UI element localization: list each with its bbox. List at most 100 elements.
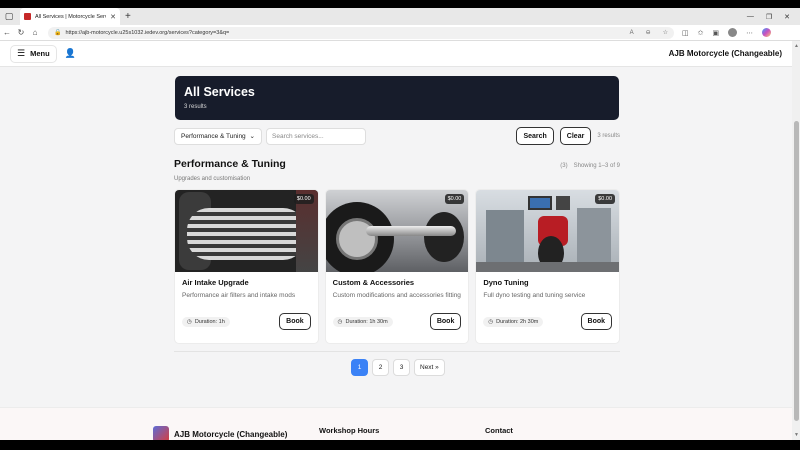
footer-hours-heading: Workshop Hours bbox=[319, 426, 380, 435]
scrollbar-thumb[interactable] bbox=[793, 121, 799, 421]
book-button[interactable]: Book bbox=[580, 313, 613, 330]
service-card[interactable]: $0.00 Custom & Accessories Custom modifi… bbox=[324, 189, 470, 344]
screen-bottom-border bbox=[0, 440, 800, 450]
service-card-footer: ◷ Duration: 1h Book bbox=[182, 313, 311, 330]
book-button[interactable]: Book bbox=[279, 313, 311, 330]
service-title: Custom & Accessories bbox=[332, 278, 415, 287]
section-title: Performance & Tuning bbox=[174, 158, 286, 170]
duration-badge: ◷ Duration: 1h bbox=[182, 316, 230, 327]
search-input[interactable] bbox=[266, 127, 366, 145]
brand-logo bbox=[153, 426, 169, 440]
category-selected-value: Performance & Tuning bbox=[181, 132, 246, 140]
screen-top-border bbox=[0, 0, 800, 8]
filters-bar: Performance & Tuning ⌄ Search Clear 3 re… bbox=[174, 127, 620, 145]
collections-icon[interactable]: ▣ bbox=[713, 29, 720, 37]
clock-icon: ◷ bbox=[187, 318, 192, 325]
price-badge: $0.00 bbox=[293, 194, 314, 204]
browser-tab-active[interactable]: All Services | Motorcycle Services ✕ bbox=[20, 8, 120, 25]
service-description: Full dyno testing and tuning service bbox=[483, 292, 586, 299]
clock-icon: ◷ bbox=[488, 318, 494, 325]
favorites-icon[interactable]: ✩ bbox=[698, 29, 704, 37]
copilot-icon[interactable] bbox=[762, 28, 772, 37]
close-window-icon[interactable]: ✕ bbox=[784, 13, 790, 21]
duration-text: Duration: 1h 30m bbox=[345, 318, 388, 325]
price-badge: $0.00 bbox=[444, 194, 465, 204]
service-card[interactable]: $0.00 Air Intake Upgrade Performance air… bbox=[174, 189, 319, 344]
price-badge: $0.00 bbox=[595, 194, 616, 204]
hero-banner: All Services 3 results bbox=[175, 76, 619, 120]
scroll-up-icon[interactable]: ▲ bbox=[794, 43, 799, 49]
back-icon[interactable]: ← bbox=[0, 28, 14, 37]
section-meta: (3) Showing 1–3 of 9 bbox=[560, 163, 620, 169]
page-2-button[interactable]: 2 bbox=[372, 359, 389, 376]
profile-avatar-icon[interactable] bbox=[728, 28, 738, 37]
toolbar-right-icons: ◫ ✩ ▣ ⋯ bbox=[682, 28, 772, 37]
clock-icon: ◷ bbox=[337, 318, 343, 325]
page-title: All Services bbox=[184, 85, 255, 99]
book-button[interactable]: Book bbox=[429, 313, 462, 330]
search-button[interactable]: Search bbox=[516, 127, 554, 145]
menu-button[interactable]: ☰ Menu bbox=[10, 44, 57, 63]
close-tab-icon[interactable]: ✕ bbox=[110, 13, 116, 21]
address-bar[interactable]: 🔒 https://ajb-motorcycle.u25s1032.iedev.… bbox=[48, 26, 674, 39]
browser-toolbar: ← ↻ ⌂ 🔒 https://ajb-motorcycle.u25s1032.… bbox=[0, 25, 800, 41]
duration-badge: ◷ Duration: 2h 30m bbox=[483, 316, 544, 327]
hamburger-icon: ☰ bbox=[17, 48, 26, 58]
footer-brand[interactable]: AJB Motorcycle (Changeable) bbox=[153, 426, 287, 440]
service-card[interactable]: $0.00 Dyno Tuning Full dyno testing and … bbox=[475, 189, 621, 344]
duration-badge: ◷ Duration: 1h 30m bbox=[332, 316, 393, 327]
service-description: Performance air filters and intake mods bbox=[182, 292, 296, 299]
tab-title: All Services | Motorcycle Services bbox=[35, 13, 106, 20]
window-menu-icon[interactable]: ▢ bbox=[0, 8, 18, 25]
footer-brand-name: AJB Motorcycle (Changeable) bbox=[174, 429, 288, 439]
service-image-air-intake: $0.00 bbox=[175, 190, 318, 272]
site-footer: AJB Motorcycle (Changeable) Workshop Hou… bbox=[0, 407, 792, 440]
results-count: 3 results bbox=[597, 133, 620, 139]
section-header: Performance & Tuning (3) Showing 1–3 of … bbox=[174, 158, 620, 170]
divider bbox=[174, 351, 620, 352]
extensions-icon[interactable]: ◫ bbox=[682, 29, 689, 37]
duration-text: Duration: 2h 30m bbox=[496, 318, 539, 325]
chevron-down-icon: ⌄ bbox=[249, 133, 255, 140]
favorite-star-icon[interactable]: ☆ bbox=[663, 29, 668, 36]
lock-icon[interactable]: 🔒 bbox=[54, 29, 61, 36]
user-icon[interactable]: 👤 bbox=[65, 48, 76, 59]
favicon-icon bbox=[24, 13, 31, 20]
hero-results-count: 3 results bbox=[184, 104, 207, 110]
url-text[interactable]: https://ajb-motorcycle.u25s1032.iedev.or… bbox=[65, 30, 617, 36]
next-page-button[interactable]: Next » bbox=[414, 359, 445, 376]
page-1-button[interactable]: 1 bbox=[351, 359, 368, 376]
more-menu-icon[interactable]: ⋯ bbox=[746, 29, 753, 37]
service-title: Dyno Tuning bbox=[483, 278, 529, 287]
tracking-icon[interactable]: ⊖ bbox=[646, 29, 651, 36]
duration-text: Duration: 1h bbox=[194, 318, 225, 325]
scroll-down-icon[interactable]: ▼ bbox=[794, 432, 799, 438]
footer-contact-heading: Contact bbox=[485, 426, 513, 435]
page-3-button[interactable]: 3 bbox=[393, 359, 410, 376]
browser-tabbar: ▢ All Services | Motorcycle Services ✕ +… bbox=[0, 8, 800, 25]
category-select[interactable]: Performance & Tuning ⌄ bbox=[174, 127, 262, 145]
restore-icon[interactable]: ❐ bbox=[766, 13, 772, 21]
reload-icon[interactable]: ↻ bbox=[14, 28, 28, 37]
service-card-footer: ◷ Duration: 1h 30m Book bbox=[332, 313, 462, 330]
service-card-footer: ◷ Duration: 2h 30m Book bbox=[483, 313, 613, 330]
web-page: ☰ Menu 👤 AJB Motorcycle (Changeable) All… bbox=[0, 41, 792, 440]
service-title: Air Intake Upgrade bbox=[182, 278, 249, 287]
home-icon[interactable]: ⌂ bbox=[28, 28, 42, 37]
new-tab-icon[interactable]: + bbox=[125, 11, 131, 22]
page-scrollbar[interactable]: ▲ ▼ bbox=[792, 41, 800, 440]
section-showing: Showing 1–3 of 9 bbox=[573, 163, 620, 169]
service-cards: $0.00 Air Intake Upgrade Performance air… bbox=[174, 189, 621, 344]
minimize-icon[interactable]: — bbox=[747, 13, 754, 21]
window-controls: — ❐ ✕ bbox=[747, 13, 800, 21]
service-description: Custom modifications and accessories fit… bbox=[332, 292, 461, 299]
section-count: (3) bbox=[560, 163, 568, 169]
site-brand[interactable]: AJB Motorcycle (Changeable) bbox=[669, 49, 782, 58]
service-image-custom-accessories: $0.00 bbox=[325, 190, 469, 272]
service-image-dyno-tuning: $0.00 bbox=[476, 190, 620, 272]
clear-button[interactable]: Clear bbox=[559, 127, 592, 145]
menu-label: Menu bbox=[30, 49, 50, 58]
read-aloud-icon[interactable]: A bbox=[630, 30, 634, 36]
section-description: Upgrades and customisation bbox=[174, 176, 251, 182]
pagination: 1 2 3 Next » bbox=[351, 359, 445, 376]
